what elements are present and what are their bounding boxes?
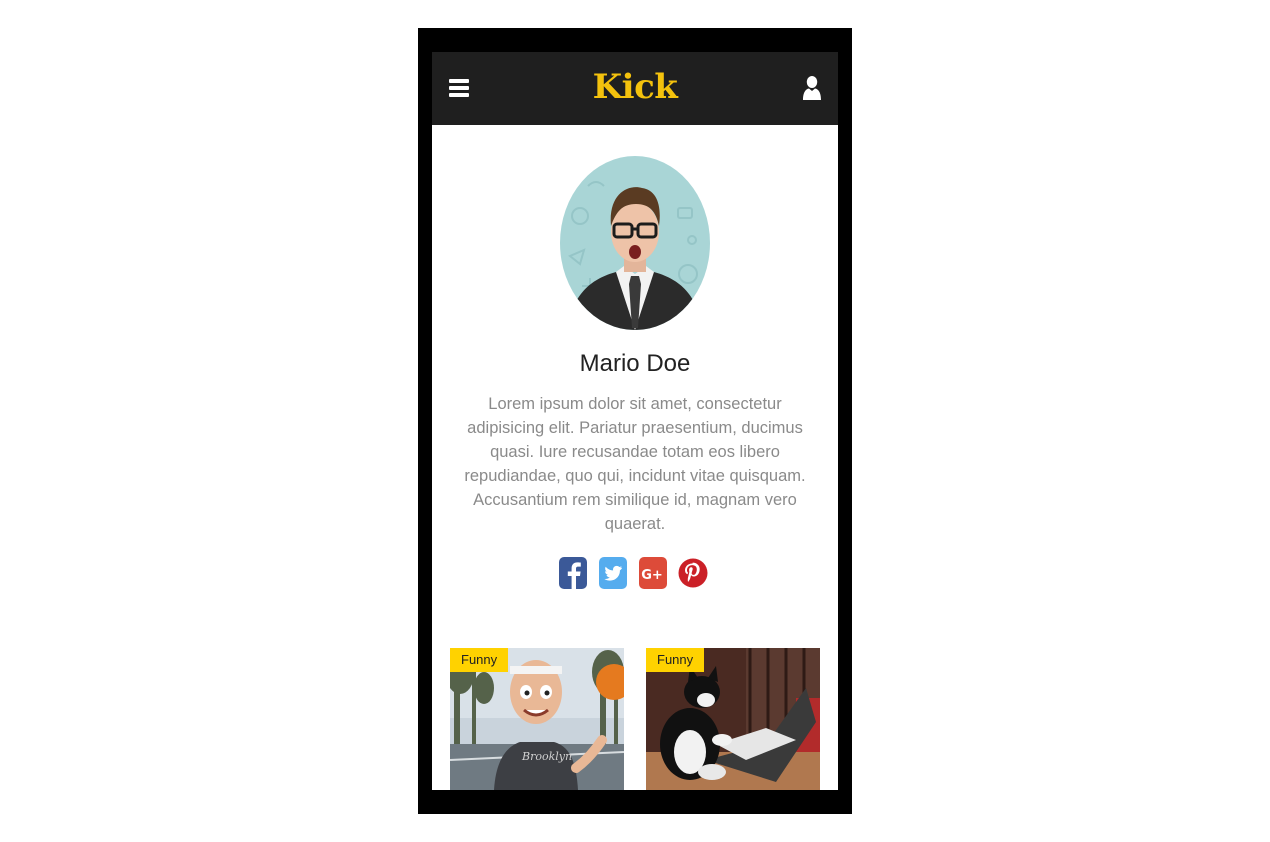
phone-screen: Kick Mario Doe Lorem ipsum dolor sit ame… <box>432 52 838 790</box>
post-card[interactable]: Funny <box>646 648 820 790</box>
svg-text:Brooklyn: Brooklyn <box>521 750 572 763</box>
google-plus-icon[interactable]: G+ <box>638 556 670 590</box>
profile-bio: Lorem ipsum dolor sit amet, consectetur … <box>464 395 806 533</box>
post-card[interactable]: Brooklyn Funny <box>450 648 624 790</box>
profile-avatar <box>560 156 710 330</box>
brand-logo[interactable]: Kick <box>432 66 838 108</box>
user-icon[interactable] <box>800 74 824 102</box>
pinterest-icon[interactable] <box>678 556 710 590</box>
profile-name: Mario Doe <box>579 350 691 377</box>
top-bar: Kick <box>432 52 838 125</box>
facebook-icon[interactable] <box>558 556 590 590</box>
category-badge: Funny <box>646 648 705 672</box>
phone-frame: Kick Mario Doe Lorem ipsum dolor sit ame… <box>418 28 852 814</box>
social-links: G+ <box>558 556 718 590</box>
svg-text:G+: G+ <box>641 568 663 583</box>
category-badge: Funny <box>450 648 509 672</box>
twitter-icon[interactable] <box>598 556 630 590</box>
